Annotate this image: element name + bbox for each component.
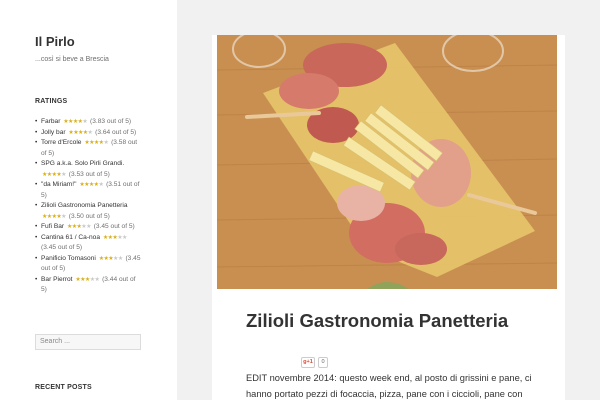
rating-item: • Cantina 61 / Ca-noa ★★★★★ (3.45 out of …: [35, 233, 143, 254]
star-empty-icon: ★: [103, 140, 109, 146]
star-empty-icon: ★: [121, 234, 127, 241]
rating-score: (3.45 out of 5): [41, 244, 83, 251]
rating-link[interactable]: Zilioli Gastronomia Panetteria: [41, 202, 128, 209]
star-rating-icon: ★★★★★: [68, 130, 92, 136]
share-bar: g+1 0: [301, 357, 328, 368]
ratings-list: • Farbar ★★★★★ (3.83 out of 5) • Jolly bar …: [35, 117, 143, 296]
star-empty-icon: ★: [98, 182, 104, 188]
rating-link[interactable]: Fufi Bar: [41, 223, 64, 230]
rating-item: • Fufi Bar ★★★★★ (3.45 out of 5): [35, 222, 143, 233]
post-article: Zilioli Gastronomia Panetteria g+1 0 EDI…: [212, 35, 565, 400]
rating-link[interactable]: Bar Pierrot: [41, 276, 73, 283]
star-rating-icon: ★★★★★: [42, 214, 66, 220]
star-empty-icon: ★: [61, 213, 66, 220]
share-count: 0: [318, 357, 328, 368]
star-rating-icon: ★★★★★: [67, 224, 91, 230]
bullet-icon: •: [35, 118, 38, 125]
star-rating-icon: ★★★★★: [103, 235, 127, 241]
rating-item: • Zilioli Gastronomia Panetteria ★★★★★ (3…: [35, 201, 143, 222]
bullet-icon: •: [35, 202, 38, 209]
rating-link[interactable]: SPG a.k.a. Solo Pirli Grandi.: [41, 160, 124, 167]
rating-link[interactable]: Cantina 61 / Ca-noa: [41, 234, 100, 241]
rating-score: (3.83 out of 5): [90, 118, 132, 125]
rating-item: • Torre d'Ercole ★★★★★ (3.58 out of 5): [35, 138, 143, 159]
rating-score: (3.53 out of 5): [68, 170, 110, 178]
star-empty-icon: ★: [117, 255, 123, 262]
post-body: EDIT novembre 2014: questo week end, al …: [246, 373, 532, 399]
rating-item: • Farbar ★★★★★ (3.83 out of 5): [35, 117, 143, 128]
google-plus-button[interactable]: g+1: [301, 357, 315, 368]
star-rating-icon: ★★★★★: [42, 172, 66, 178]
star-rating-icon: ★★★★★: [99, 256, 123, 262]
ratings-title: RATINGS: [35, 98, 68, 105]
site-title[interactable]: Il Pirlo: [35, 34, 177, 49]
site-description: ...così si beve a Brescia: [35, 56, 109, 63]
rating-item: • "da Miriam!" ★★★★★ (3.51 out of 5): [35, 180, 143, 201]
post-title[interactable]: Zilioli Gastronomia Panetteria: [246, 310, 565, 332]
star-rating-icon: ★★★★★: [63, 119, 87, 125]
rating-score: (3.45 out of 5): [93, 223, 135, 230]
sidebar: Il Pirlo ...così si beve a Brescia RATIN…: [0, 0, 177, 400]
star-empty-icon: ★: [94, 276, 100, 283]
rating-link[interactable]: "da Miriam!": [41, 181, 76, 188]
star-rating-icon: ★★★★★: [79, 182, 103, 188]
rating-item: • Jolly bar ★★★★★ (3.64 out of 5): [35, 128, 143, 139]
bullet-icon: •: [35, 181, 38, 188]
star-empty-icon: ★: [61, 171, 66, 178]
star-rating-icon: ★★★★★: [75, 277, 99, 283]
post-featured-image: [217, 35, 557, 289]
bullet-icon: •: [35, 254, 38, 262]
search-input[interactable]: Search ...: [35, 333, 141, 350]
bullet-icon: •: [35, 275, 38, 283]
star-empty-icon: ★: [87, 129, 93, 136]
rating-link[interactable]: Panificio Tomasoni: [41, 255, 96, 262]
bullet-icon: •: [35, 128, 38, 136]
rating-item: • Bar Pierrot ★★★★★ (3.44 out of 5): [35, 275, 143, 296]
bullet-icon: •: [35, 139, 38, 146]
rating-link[interactable]: Farbar: [41, 118, 60, 125]
bullet-icon: •: [35, 160, 38, 167]
bullet-icon: •: [35, 233, 38, 241]
star-empty-icon: ★: [86, 224, 91, 230]
rating-link[interactable]: Jolly bar: [41, 129, 66, 136]
rating-score: (3.64 out of 5): [95, 128, 137, 136]
bullet-icon: •: [35, 223, 38, 230]
recent-posts-title: RECENT POSTS: [35, 383, 92, 391]
rating-link[interactable]: Torre d'Ercole: [41, 139, 81, 146]
rating-item: • SPG a.k.a. Solo Pirli Grandi. ★★★★★ (3.…: [35, 159, 143, 180]
star-rating-icon: ★★★★★: [84, 140, 108, 146]
rating-score: (3.50 out of 5): [68, 212, 110, 220]
star-empty-icon: ★: [82, 119, 88, 125]
rating-item: • Panificio Tomasoni ★★★★★ (3.45 out of 5…: [35, 254, 143, 275]
